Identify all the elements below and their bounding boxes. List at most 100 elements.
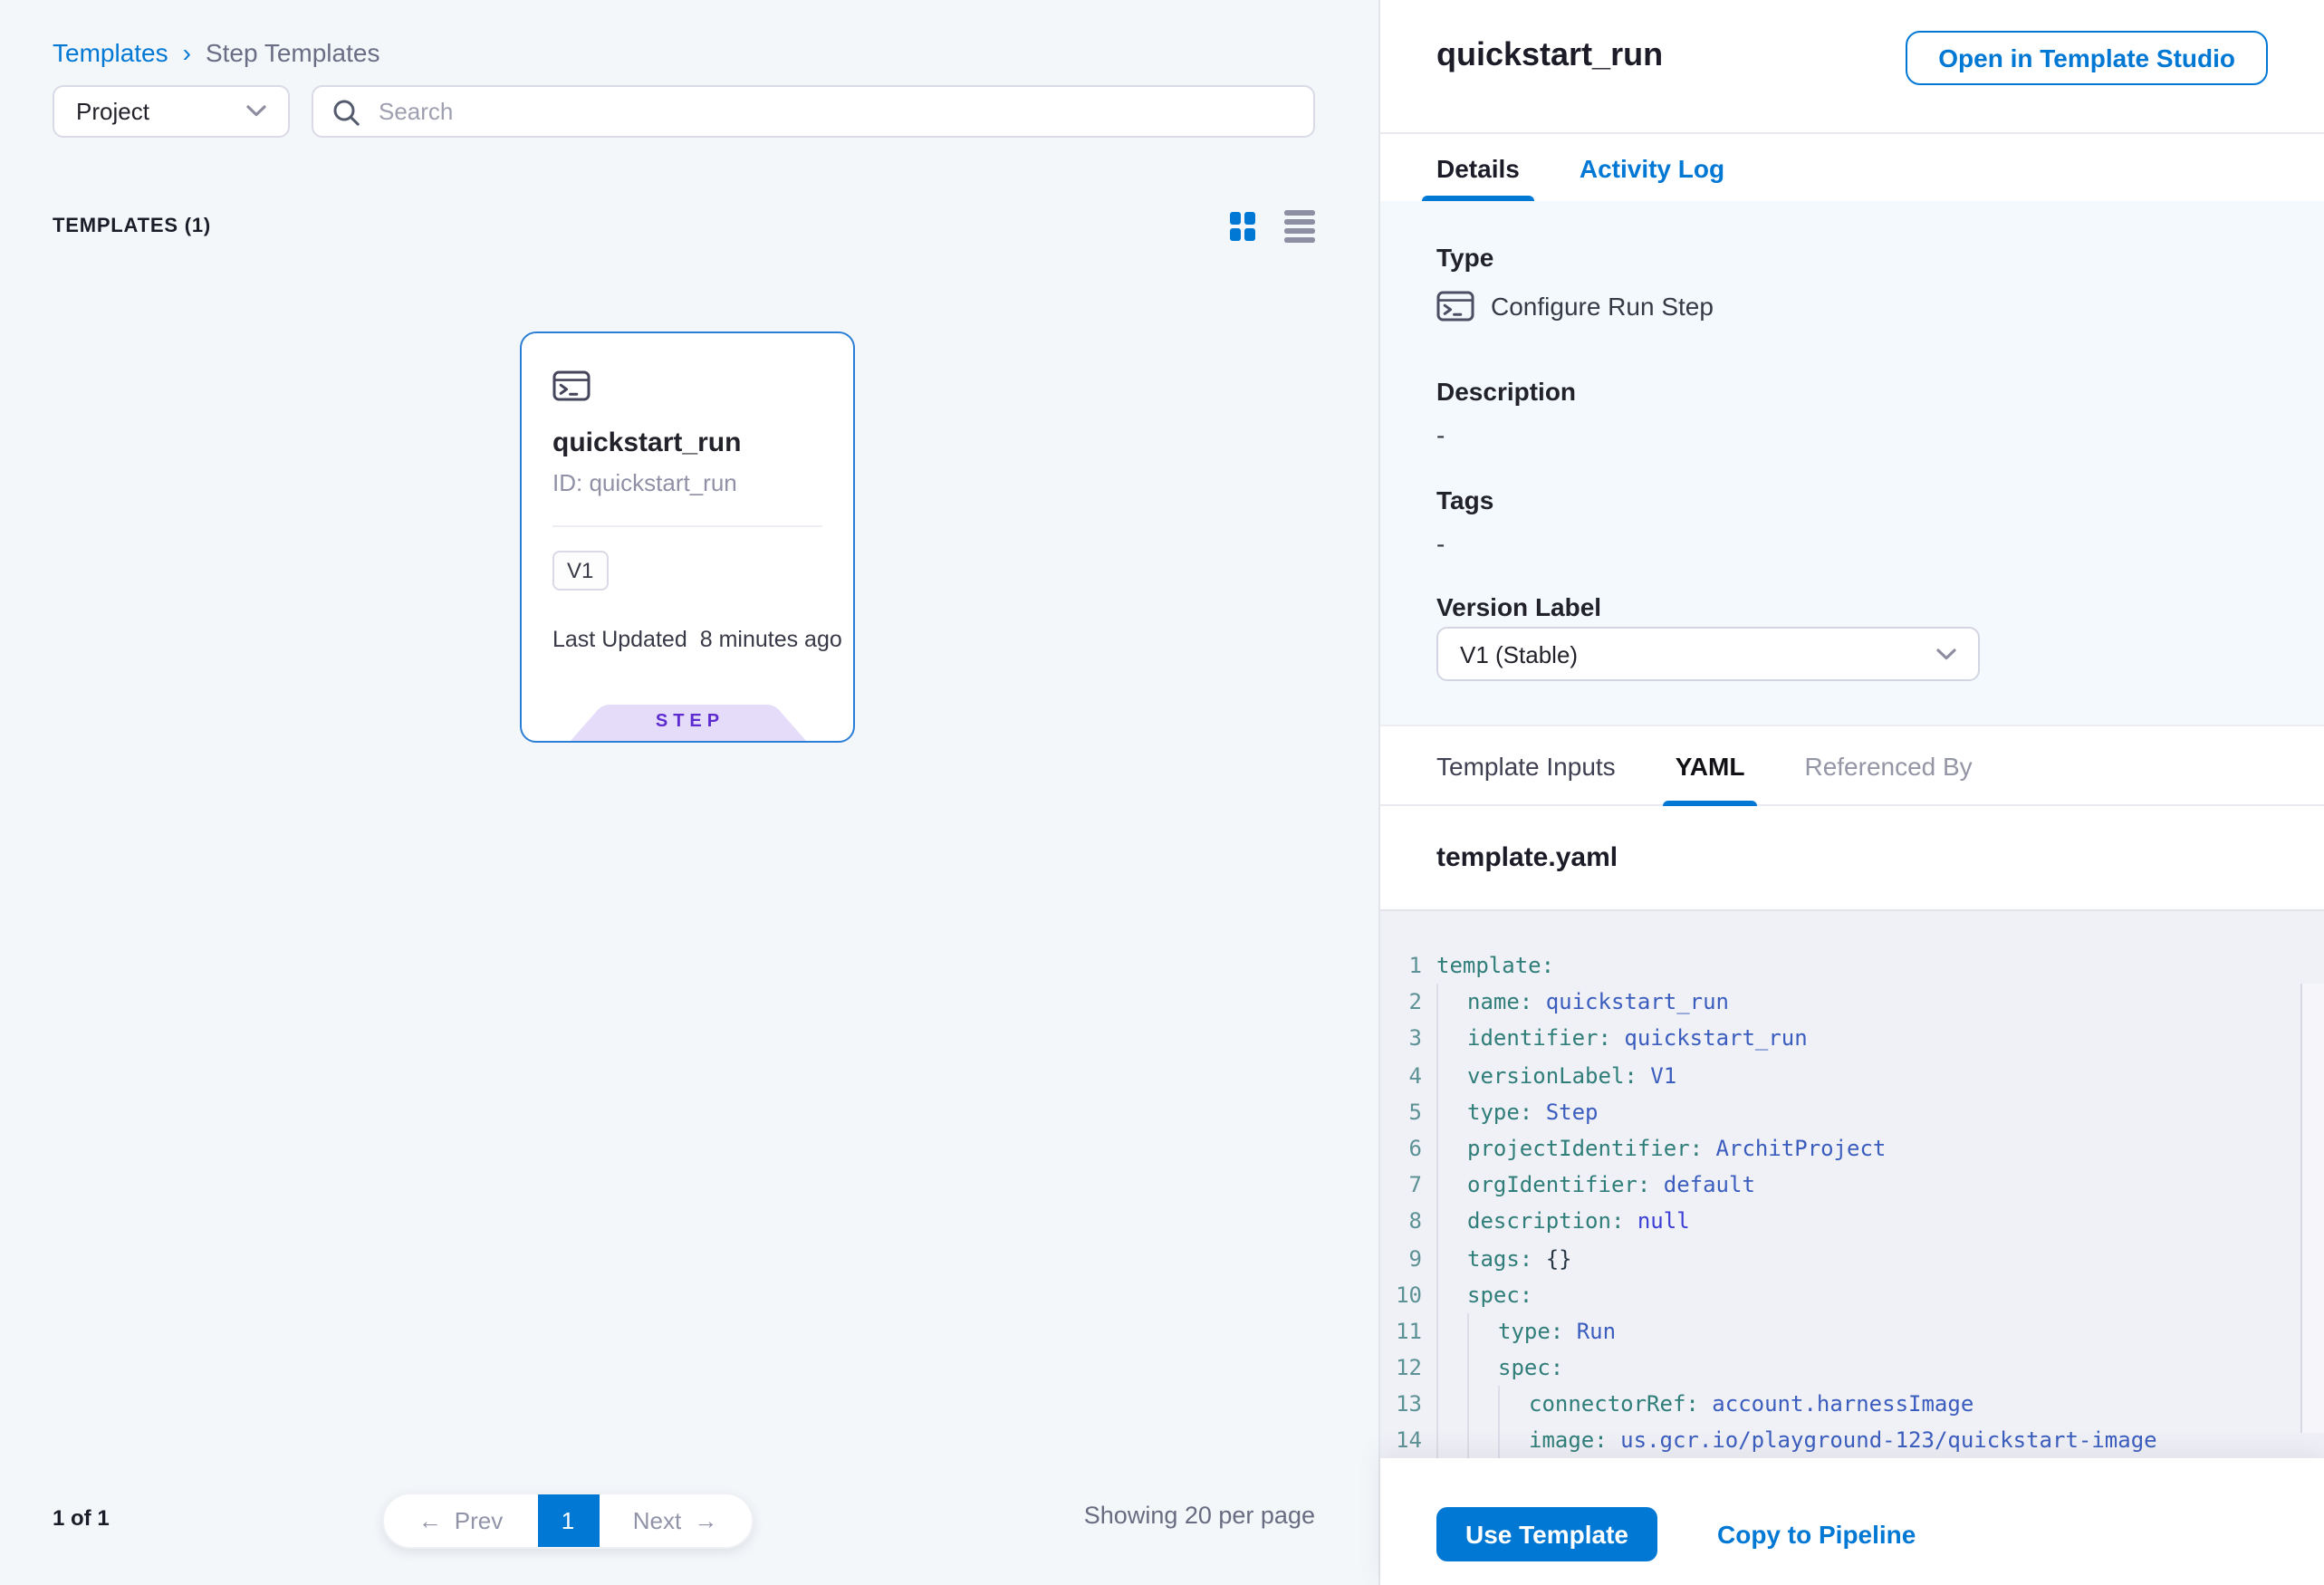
editor-scrollbar[interactable] [2300, 984, 2324, 1433]
code-token: image: [1529, 1423, 1608, 1458]
indent-guide [1436, 1094, 1467, 1130]
template-details-panel: quickstart_run Open in Template Studio D… [1378, 0, 2324, 1585]
copy-to-pipeline-link[interactable]: Copy to Pipeline [1717, 1520, 1916, 1549]
line-number: 6 [1395, 1130, 1422, 1167]
indent-guide [1436, 1387, 1467, 1423]
code-line: 7orgIdentifier: default [1395, 1167, 2324, 1203]
indent-guide [1467, 1313, 1498, 1350]
code-token: null [1624, 1204, 1689, 1240]
tags-label: Tags [1436, 485, 1493, 514]
description-label: Description [1436, 377, 1576, 406]
per-page-label: Showing 20 per page [1084, 1502, 1315, 1529]
breadcrumb-templates-link[interactable]: Templates [53, 38, 168, 67]
search-input[interactable] [375, 96, 1295, 127]
terminal-icon [1436, 290, 1474, 322]
search-box [312, 85, 1315, 138]
line-number: 10 [1395, 1276, 1422, 1312]
list-view-icon[interactable] [1284, 210, 1315, 243]
code-token: type: [1467, 1094, 1532, 1130]
use-template-button[interactable]: Use Template [1436, 1507, 1657, 1561]
indent-guide [1467, 1350, 1498, 1386]
code-line: 10 spec: [1395, 1276, 2324, 1312]
code-token: spec: [1498, 1350, 1563, 1386]
step-banner-label: STEP [570, 712, 805, 732]
arrow-right-icon: → [694, 1507, 717, 1534]
code-line: 8description: null [1395, 1204, 2324, 1240]
tab-template-inputs[interactable]: Template Inputs [1436, 726, 1616, 804]
templates-list-panel: Templates › Step Templates Project TEMPL… [0, 0, 1378, 1585]
type-label: Type [1436, 243, 1493, 272]
code-line: 13connectorRef: account.harnessImage [1395, 1387, 2324, 1423]
version-select[interactable]: V1 (Stable) [1436, 627, 1980, 681]
indent-guide [1436, 1167, 1467, 1203]
line-number: 3 [1395, 1021, 1422, 1057]
tab-details[interactable]: Details [1436, 134, 1520, 201]
code-token: orgIdentifier: [1467, 1167, 1650, 1203]
template-card-id: ID: quickstart_run [552, 469, 737, 496]
type-value: Configure Run Step [1491, 292, 1714, 321]
indent-guide [1436, 1313, 1467, 1350]
indent-guide [1498, 1387, 1529, 1423]
template-card[interactable]: quickstart_run ID: quickstart_run V1 Las… [520, 331, 855, 743]
filters-row: Project [53, 85, 1315, 138]
indent-guide [1436, 1276, 1467, 1312]
code-token: versionLabel: [1467, 1057, 1637, 1093]
template-title: quickstart_run [1436, 36, 1663, 74]
version-label: Version Label [1436, 592, 1601, 621]
code-line: 11type: Run [1395, 1313, 2324, 1350]
scope-select-value: Project [76, 98, 149, 125]
version-badge: V1 [552, 551, 608, 591]
details-content: Type Configure Run Step Description - Ta… [1380, 201, 2324, 725]
page-root: Templates › Step Templates Project TEMPL… [0, 0, 2324, 1585]
line-number: 5 [1395, 1094, 1422, 1130]
indent-guide [1436, 1130, 1467, 1167]
version-select-value: V1 (Stable) [1460, 640, 1578, 668]
line-number: 11 [1395, 1313, 1422, 1350]
code-token: connectorRef: [1529, 1387, 1699, 1423]
templates-count-label: TEMPLATES (1) [53, 216, 211, 237]
indent-guide [1436, 984, 1467, 1020]
tags-value: - [1436, 529, 1445, 558]
code-line: 12 spec: [1395, 1350, 2324, 1386]
yaml-file-name: template.yaml [1436, 842, 1618, 873]
indent-guide [1436, 1240, 1467, 1276]
yaml-tabs: Template Inputs YAML Referenced By [1380, 725, 2324, 806]
prev-page-button[interactable]: ← Prev [384, 1494, 537, 1547]
page-1-button[interactable]: 1 [537, 1494, 599, 1547]
indent-guide [1436, 1204, 1467, 1240]
step-type-banner: STEP [570, 705, 805, 741]
yaml-editor: 1template:2name: quickstart_run3identifi… [1380, 909, 2324, 1458]
tab-activity-log[interactable]: Activity Log [1580, 134, 1724, 201]
code-line: 4 versionLabel: V1 [1395, 1057, 2324, 1093]
grid-view-icon[interactable] [1230, 212, 1255, 241]
code-token: default [1650, 1167, 1755, 1203]
tab-referenced-by[interactable]: Referenced By [1804, 726, 1972, 804]
code-token: us.gcr.io/playground-123/quickstart-imag… [1608, 1423, 2157, 1458]
code-token: identifier: [1467, 1021, 1611, 1057]
next-page-button[interactable]: Next → [599, 1494, 752, 1547]
code-token: name: [1467, 984, 1532, 1020]
last-updated-row: Last Updated 8 minutes ago [552, 627, 842, 652]
open-in-template-studio-button[interactable]: Open in Template Studio [1906, 31, 2268, 85]
search-icon [331, 97, 360, 126]
breadcrumb: Templates › Step Templates [53, 38, 379, 67]
line-number: 4 [1395, 1057, 1422, 1093]
template-card-title: quickstart_run [552, 427, 741, 458]
scope-select[interactable]: Project [53, 85, 290, 138]
view-toggles [1230, 210, 1315, 243]
indent-guide [1436, 1057, 1467, 1093]
code-token: spec: [1467, 1276, 1532, 1312]
details-footer: Use Template Copy to Pipeline [1380, 1458, 2324, 1585]
line-number: 14 [1395, 1423, 1422, 1458]
indent-guide [1436, 1423, 1467, 1458]
line-number: 9 [1395, 1240, 1422, 1276]
line-number: 12 [1395, 1350, 1422, 1386]
code-token: V1 [1637, 1057, 1676, 1093]
code-token: Step [1532, 1094, 1598, 1130]
tab-yaml[interactable]: YAML [1676, 726, 1745, 804]
line-number: 13 [1395, 1387, 1422, 1423]
type-value-row: Configure Run Step [1436, 290, 1714, 322]
code-token: ArchitProject [1703, 1130, 1886, 1167]
code-token: template: [1436, 947, 1554, 984]
line-number: 8 [1395, 1204, 1422, 1240]
